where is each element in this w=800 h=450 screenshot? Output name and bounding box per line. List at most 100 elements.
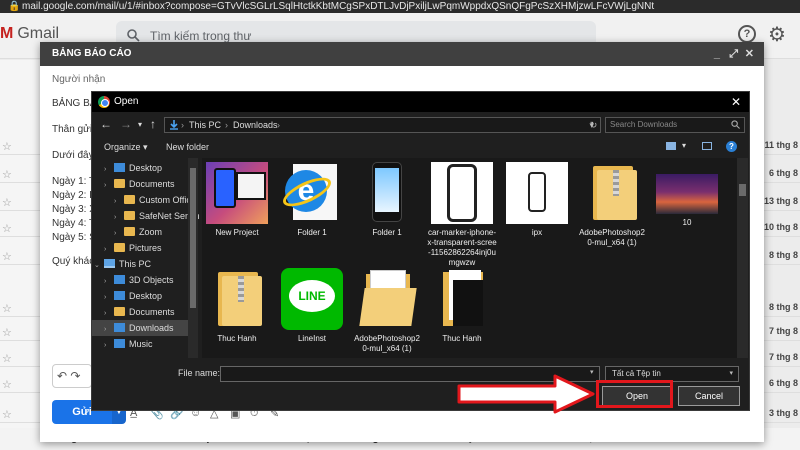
minimize-icon[interactable]: _ <box>714 42 720 66</box>
expand-icon[interactable]: ⤢ <box>729 42 738 66</box>
pictures-icon <box>114 243 125 252</box>
close-icon[interactable]: ✕ <box>745 42 754 66</box>
tree-item[interactable]: › Documents <box>92 176 188 192</box>
tree-item[interactable]: › Zoom <box>92 224 188 240</box>
tree-item[interactable]: › Music <box>92 336 188 352</box>
forward-arrow-icon[interactable]: → <box>120 117 132 131</box>
breadcrumb-downloads[interactable]: Downloads <box>233 118 278 132</box>
star-icon[interactable]: ☆ <box>2 196 12 209</box>
undo-icon[interactable]: ↶ <box>57 369 67 383</box>
star-icon[interactable]: ☆ <box>2 302 12 315</box>
tree-item[interactable]: › Documents <box>92 304 188 320</box>
file-item[interactable]: Folder 1 <box>352 162 422 238</box>
pc-icon <box>104 259 115 268</box>
undo-redo-box[interactable]: ↶ ↷ <box>52 364 92 388</box>
view-mode-icon[interactable] <box>666 142 676 150</box>
help-icon[interactable]: ? <box>738 25 756 43</box>
cancel-button[interactable]: Cancel <box>678 386 740 406</box>
new-folder-button[interactable]: New folder <box>166 142 209 152</box>
file-item[interactable]: car-marker-iphone-x-transparent-scree-11… <box>427 162 497 268</box>
view-dropdown-icon[interactable]: ▾ <box>682 141 686 150</box>
file-thumbnail-ipx <box>506 162 568 224</box>
tree-item[interactable]: › 3D Objects <box>92 272 188 288</box>
tree-scroll-thumb[interactable] <box>190 168 196 308</box>
back-arrow-icon[interactable]: ← <box>100 117 112 131</box>
file-name: Thuc Hanh <box>217 334 257 343</box>
search-icon <box>127 29 140 42</box>
file-thumbnail-phone <box>356 162 418 224</box>
preview-pane-icon[interactable] <box>702 142 712 150</box>
mail-date: 7 thg 8 <box>768 352 798 362</box>
tree-item[interactable]: › Desktop <box>92 288 188 304</box>
organize-menu[interactable]: Organize ▾ <box>104 142 148 153</box>
star-icon[interactable]: ☆ <box>2 168 12 181</box>
tree-item-label: This PC <box>119 259 152 269</box>
redo-icon[interactable]: ↷ <box>70 369 80 383</box>
compose-body-line: Ngày 1: T <box>52 176 96 187</box>
chrome-icon <box>98 96 110 108</box>
files-scrollbar[interactable] <box>737 158 748 358</box>
gmail-logo[interactable]: M Gmail <box>0 25 59 43</box>
file-name: LineInst <box>297 334 327 343</box>
star-icon[interactable]: ☆ <box>2 378 12 391</box>
refresh-icon[interactable]: ↻ <box>587 117 601 133</box>
tree-item[interactable]: › Desktop <box>92 160 188 176</box>
file-name: 10 <box>682 218 692 227</box>
recipients-field[interactable]: Người nhận <box>52 74 105 85</box>
folder-icon <box>124 227 135 236</box>
star-icon[interactable]: ☆ <box>2 222 12 235</box>
file-item[interactable]: LINE LineInst <box>277 268 347 344</box>
chevron-icon[interactable]: › <box>104 338 114 354</box>
file-name: AdobePhotoshop20-mul_x64 (1) <box>354 334 420 353</box>
tree-item[interactable]: › Pictures <box>92 240 188 256</box>
search-placeholder: Tìm kiếm trong thư <box>150 29 252 43</box>
star-icon[interactable]: ☆ <box>2 352 12 365</box>
compose-body-line: Ngày 3: X <box>52 204 96 215</box>
star-icon[interactable]: ☆ <box>2 140 12 153</box>
compose-body-line: Ngày 5: S <box>52 232 96 243</box>
tree-item-label: Documents <box>129 307 175 317</box>
tree-item[interactable]: › Custom Office <box>92 192 196 208</box>
dialog-toolbar: Organize ▾ New folder ▾ ? <box>92 138 749 156</box>
files-scroll-thumb[interactable] <box>739 184 746 196</box>
file-item[interactable]: New Project <box>202 162 272 238</box>
search-downloads-input[interactable]: Search Downloads <box>605 117 745 133</box>
navigation-tree: › Desktop › Documents › Custom Office › SafeNet… <box>92 158 200 358</box>
breadcrumb[interactable]: › This PC › Downloads › ▾ <box>164 117 601 133</box>
tree-item[interactable]: ⌄ This PC <box>92 256 188 272</box>
star-icon[interactable]: ☆ <box>2 250 12 263</box>
file-grid: New Project e Folder 1 Folder 1 car-marker-i… <box>202 158 737 358</box>
file-name: Folder 1 <box>372 228 402 237</box>
help-icon[interactable]: ? <box>726 141 737 152</box>
file-thumbnail-ie: e <box>279 162 343 224</box>
file-thumbnail-zip <box>206 268 268 330</box>
breadcrumb-sep-icon: › <box>225 120 228 130</box>
file-thumbnail-outline <box>431 162 493 224</box>
star-icon[interactable]: ☆ <box>2 326 12 339</box>
gear-icon[interactable]: ⚙ <box>768 22 786 47</box>
tree-item-label: Pictures <box>129 243 162 253</box>
annotation-highlight-box <box>596 380 673 408</box>
file-item[interactable]: ipx <box>502 162 572 238</box>
file-name: ipx <box>531 228 543 237</box>
star-icon[interactable]: ☆ <box>2 408 12 421</box>
file-item[interactable]: AdobePhotoshop20-mul_x64 (1) <box>352 268 422 354</box>
file-thumbnail-screens <box>206 162 268 224</box>
browser-url-bar[interactable]: 🔒 mail.google.com/mail/u/1/#inbox?compose… <box>0 0 800 13</box>
up-arrow-icon[interactable]: ↑ <box>150 117 156 131</box>
compose-body-line: Ngày 4: T <box>52 218 96 229</box>
tree-scrollbar[interactable] <box>188 158 198 358</box>
tree-item[interactable]: › Downloads <box>92 320 188 336</box>
file-item[interactable]: Thuc Hanh <box>427 268 497 344</box>
file-item[interactable]: e Folder 1 <box>277 162 347 238</box>
dialog-close-icon[interactable]: ✕ <box>731 92 741 112</box>
gmail-m-icon: M <box>0 25 14 42</box>
recent-dropdown-icon[interactable]: ▾ <box>138 120 142 129</box>
tree-item[interactable]: › SafeNet Sentin <box>92 208 200 224</box>
file-item[interactable]: AdobePhotoshop20-mul_x64 (1) <box>577 162 647 248</box>
breadcrumb-this-pc[interactable]: This PC <box>189 118 221 132</box>
file-item[interactable]: Thuc Hanh <box>202 268 272 344</box>
file-name: New Project <box>215 228 259 237</box>
downloads-icon <box>114 323 125 332</box>
file-item[interactable]: 10 <box>652 162 722 228</box>
